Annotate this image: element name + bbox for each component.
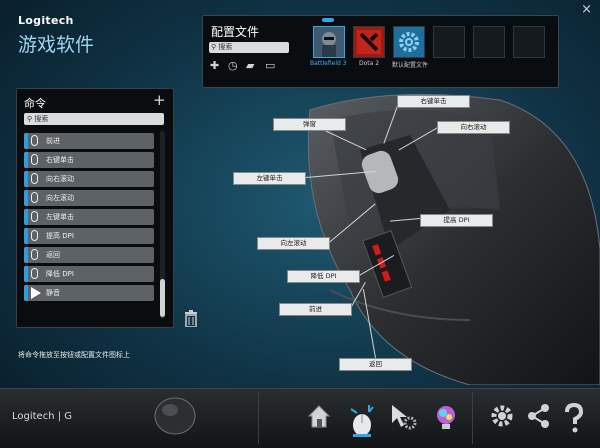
command-item-scroll-left[interactable]: 向左滚动 <box>24 190 154 206</box>
toolbar-separator <box>258 392 259 444</box>
command-item-scroll-right[interactable]: 向右滚动 <box>24 171 154 187</box>
profile-search-placeholder: 搜索 <box>218 43 233 51</box>
callout-back[interactable]: 返回 <box>339 358 412 371</box>
command-search-input[interactable]: ⚲ 搜索 <box>24 113 164 125</box>
mouse-icon <box>31 211 38 222</box>
toolbar-separator <box>472 392 473 444</box>
command-item-left-click[interactable]: 左键单击 <box>24 209 154 225</box>
share-icon[interactable] <box>527 403 551 429</box>
callout-dpi-up[interactable]: 提高 DPI <box>420 214 493 227</box>
callout-middle-button[interactable]: 弹窗 <box>273 118 346 131</box>
pointer-settings-icon[interactable] <box>347 403 377 437</box>
command-item-label: 提高 DPI <box>46 232 74 240</box>
command-item-back[interactable]: 返回 <box>24 247 154 263</box>
lighting-icon[interactable] <box>432 403 460 431</box>
command-item-label: 降低 DPI <box>46 270 74 278</box>
command-item-forward[interactable]: 前进 <box>24 133 154 149</box>
mouse-icon <box>31 173 38 184</box>
help-icon[interactable] <box>563 403 585 433</box>
command-item-label: 左键单击 <box>46 213 74 221</box>
profile-slot-label: Dota 2 <box>359 60 380 67</box>
soldier-icon <box>314 27 344 57</box>
home-icon[interactable] <box>306 403 332 429</box>
profile-search-input[interactable]: ⚲ 搜索 <box>209 42 289 53</box>
clock-icon[interactable]: ◷ <box>228 59 238 72</box>
cursor-gear-icon[interactable] <box>390 403 418 431</box>
command-accent-bar <box>24 171 28 187</box>
command-item-label: 前进 <box>46 137 60 145</box>
brand-name: Logitech <box>18 14 74 27</box>
command-item-label: 右键单击 <box>46 156 74 164</box>
commands-title: 命令 <box>24 97 46 110</box>
command-item-mute[interactable]: 静音 <box>24 285 154 301</box>
command-accent-bar <box>24 266 28 282</box>
add-command-button[interactable]: + <box>153 91 166 109</box>
command-item-dpi-up[interactable]: 提高 DPI <box>24 228 154 244</box>
close-button[interactable]: × <box>581 2 592 17</box>
command-search-placeholder: 搜索 <box>34 115 49 123</box>
mouse-icon <box>31 192 38 203</box>
profile-slot-battlefield[interactable] <box>313 26 345 58</box>
play-icon <box>31 287 41 299</box>
mouse-icon <box>31 249 38 260</box>
drag-hint-text: 将命令拖放至按钮或配置文件图标上 <box>18 351 130 359</box>
command-accent-bar <box>24 247 28 263</box>
mouse-icon <box>31 135 38 146</box>
mouse-icon <box>31 230 38 241</box>
mouse-icon <box>31 268 38 279</box>
command-accent-bar <box>24 209 28 225</box>
add-icon[interactable]: ✚ <box>210 59 219 72</box>
command-accent-bar <box>24 152 28 168</box>
command-accent-bar <box>24 133 28 149</box>
profile-slot-empty[interactable] <box>513 26 545 58</box>
profile-panel-title: 配置文件 <box>211 25 260 39</box>
command-item-label: 返回 <box>46 251 60 259</box>
dota-logo-icon <box>357 30 381 54</box>
command-item-label: 向右滚动 <box>46 175 74 183</box>
profile-slot-label: Battlefield 3 <box>310 60 347 67</box>
folder-icon[interactable]: ▰ <box>246 59 254 72</box>
callout-right-click[interactable]: 右键单击 <box>397 95 470 108</box>
device-mouse-icon[interactable] <box>150 394 200 438</box>
gear-icon <box>394 27 424 57</box>
mouse-icon <box>31 154 38 165</box>
printer-icon[interactable]: ▭ <box>265 59 275 72</box>
callout-scroll-left[interactable]: 向左滚动 <box>257 237 330 250</box>
command-accent-bar <box>24 190 28 206</box>
callout-dpi-down[interactable]: 降低 DPI <box>287 270 360 283</box>
logitech-logo: Logitech | G <box>12 411 73 422</box>
profile-slot-dota[interactable] <box>353 26 385 58</box>
command-item-dpi-down[interactable]: 降低 DPI <box>24 266 154 282</box>
callout-forward[interactable]: 前进 <box>279 303 352 316</box>
profile-slot-empty[interactable] <box>433 26 465 58</box>
command-item-label: 向左滚动 <box>46 194 74 202</box>
profile-panel: 配置文件 ⚲ 搜索 ✚ ◷ ▰ ▭ Battlefield 3 Dota 2 默… <box>202 15 559 88</box>
profile-slot-label: 默认配置文件 <box>392 62 429 69</box>
app-title: 游戏软件 <box>18 34 95 56</box>
command-item-right-click[interactable]: 右键单击 <box>24 152 154 168</box>
settings-icon[interactable] <box>489 403 515 429</box>
trash-icon[interactable] <box>184 310 198 327</box>
profile-slot-default[interactable] <box>393 26 425 58</box>
callout-scroll-right[interactable]: 向右滚动 <box>437 121 510 134</box>
command-accent-bar <box>24 285 28 301</box>
profile-slot-empty[interactable] <box>473 26 505 58</box>
active-profile-indicator <box>322 18 334 22</box>
commands-scrollbar-thumb[interactable] <box>160 279 165 317</box>
command-accent-bar <box>24 228 28 244</box>
callout-left-click[interactable]: 左键单击 <box>233 172 306 185</box>
commands-panel: 命令 + ⚲ 搜索 前进 右键单击 向右滚动 向左滚动 左键单击 提高 DPI … <box>16 88 174 328</box>
command-item-label: 静音 <box>46 289 60 297</box>
